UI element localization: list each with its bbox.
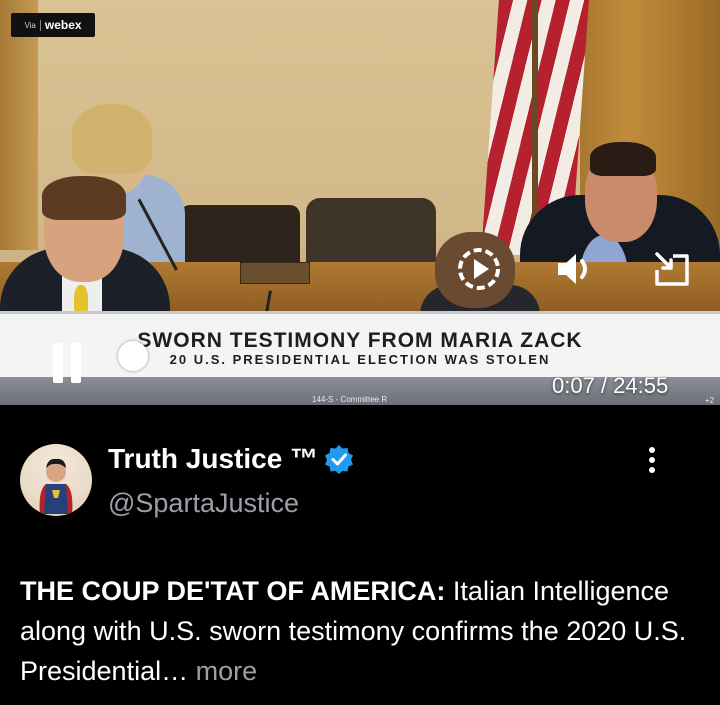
superhero-avatar-icon [39, 458, 73, 514]
pause-icon [53, 343, 81, 383]
user-handle[interactable]: @SpartaJustice [108, 488, 299, 519]
person-hair [590, 142, 656, 176]
wood-panel [0, 0, 38, 250]
banner-subheadline: 20 U.S. PRESIDENTIAL ELECTION WAS STOLEN [169, 352, 551, 367]
pause-button[interactable] [45, 340, 89, 386]
post-text-lead: THE COUP DE'TAT OF AMERICA: [20, 576, 446, 606]
news-banner: SWORN TESTIMONY FROM MARIA ZACK 20 U.S. … [0, 311, 720, 377]
webex-logo: Via webex [11, 13, 95, 37]
show-more-link[interactable]: more [188, 656, 258, 686]
exit-fullscreen-icon [655, 252, 689, 286]
volume-button[interactable] [552, 247, 600, 291]
time-display: 0:07 / 24:55 [552, 373, 669, 398]
verified-badge-icon [325, 445, 354, 474]
banner-headline: SWORN TESTIMONY FROM MARIA ZACK [137, 329, 583, 352]
scrubber-handle[interactable] [118, 341, 148, 371]
volume-icon [558, 254, 587, 284]
corner-tag: +2 [704, 396, 714, 405]
replay-icon [458, 248, 500, 290]
webex-divider [39, 19, 41, 31]
video-player[interactable]: Via webex SWORN TESTIMONY FROM MARIA ZAC… [0, 0, 720, 405]
person-hair [42, 176, 126, 220]
more-options-button[interactable] [630, 440, 674, 480]
nameplate [240, 262, 310, 284]
room-label: 144-S - Committee R [312, 395, 388, 404]
post-text: THE COUP DE'TAT OF AMERICA: Italian Inte… [20, 571, 710, 691]
webex-via: Via [24, 20, 36, 30]
webex-brand: webex [44, 18, 82, 32]
person-hair [72, 104, 152, 174]
avatar[interactable] [20, 444, 92, 516]
more-vertical-icon [649, 447, 655, 473]
replay-button[interactable] [455, 245, 503, 293]
exit-fullscreen-button[interactable] [648, 248, 696, 292]
display-name[interactable]: Truth Justice ™ [108, 443, 318, 475]
display-name-row[interactable]: Truth Justice ™ [108, 443, 354, 475]
